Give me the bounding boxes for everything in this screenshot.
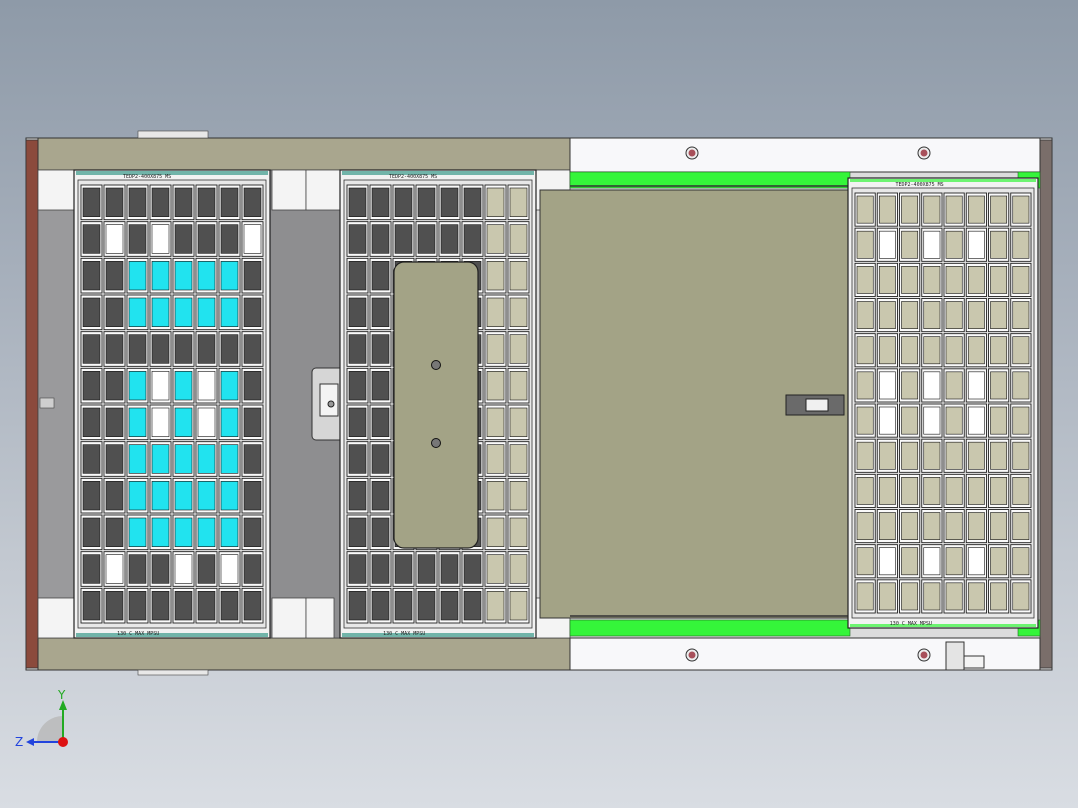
side-knob [39, 397, 55, 409]
center-cover-plate [393, 261, 479, 549]
tray-middle: TEDP2-400X875 MS 130 C MAX MPSU [339, 169, 537, 639]
x-axis-origin [58, 737, 68, 747]
coordinate-triad: Y Z [15, 688, 68, 749]
cover-screw [431, 438, 441, 448]
cover-screw [431, 360, 441, 370]
tray-top-label: TEDP2-400X875 MS [389, 174, 437, 180]
left-end-rail [25, 139, 39, 669]
green-rail-bottom [569, 619, 851, 637]
tray-bottom-label: 130 C MAX MPSU [117, 631, 159, 637]
tray-top-label: TEDP2-400X875 MS [896, 182, 944, 188]
tray-top-label: TEDP2-400X875 MS [123, 174, 171, 180]
tray-bottom-label: 130 C MAX MPSU [383, 631, 425, 637]
right-end-rail [1039, 139, 1053, 669]
cylinder-actuator [785, 394, 845, 416]
y-axis-label: Y [57, 688, 66, 702]
tray-left: TEDP2-400X875 MS 130 C MAX MPSU [73, 169, 271, 639]
tray-bottom-label: 130 C MAX MPSU [890, 621, 932, 627]
z-axis-label: Z [15, 735, 23, 749]
tray-right: TEDP2-400X875 MS 130 C MAX MPSU [847, 177, 1039, 629]
clamp-block [945, 641, 965, 671]
cad-viewport[interactable]: TEDP2-400X875 MS130 C MAX MPSUTEDP2-400X… [0, 0, 1078, 808]
